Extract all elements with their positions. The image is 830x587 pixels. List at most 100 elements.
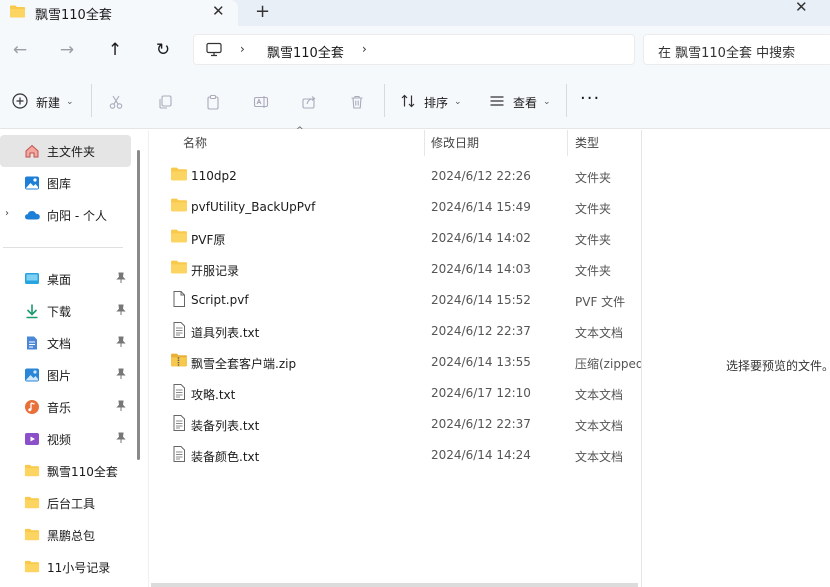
pin-icon[interactable]	[116, 304, 126, 319]
folder-icon	[170, 259, 188, 277]
sidebar-item-videos[interactable]: 视频	[0, 423, 131, 455]
text-file-icon	[170, 445, 188, 463]
file-date: 2024/6/14 14:24	[431, 448, 531, 462]
file-row[interactable]: Script.pvf 2024/6/14 15:52 PVF 文件	[149, 284, 641, 315]
forward-button[interactable]: →	[55, 38, 79, 62]
file-type: 文本文档	[575, 326, 624, 340]
file-row[interactable]: 飘雪全套客户端.zip 2024/6/14 13:55 压缩(zipped)	[149, 346, 641, 377]
horizontal-scrollbar[interactable]	[151, 583, 638, 587]
sidebar-item-label: 文档	[47, 337, 72, 351]
search-box[interactable]: 在 飘雪110全套 中搜索	[643, 34, 830, 65]
document-icon	[24, 335, 40, 351]
file-date: 2024/6/12 22:37	[431, 417, 531, 431]
this-pc-icon[interactable]	[206, 42, 222, 60]
file-name: 装备颜色.txt	[191, 450, 260, 464]
share-icon[interactable]	[299, 92, 319, 112]
sidebar-item-gallery[interactable]: 图库	[0, 167, 131, 199]
expand-chevron-icon[interactable]: ›	[5, 208, 9, 219]
sort-button[interactable]: 排序 ⌄	[400, 91, 462, 113]
sidebar-item-folder[interactable]: 飘雪110全套	[0, 455, 131, 487]
more-options-button[interactable]: ···	[580, 88, 600, 109]
preview-pane: 选择要预览的文件。	[641, 130, 830, 587]
paste-icon[interactable]	[203, 92, 223, 112]
music-icon	[24, 399, 40, 415]
explorer-tab[interactable]: 飘雪110全套 ✕	[0, 0, 238, 26]
file-row[interactable]: 装备颜色.txt 2024/6/14 14:24 文本文档	[149, 439, 641, 470]
folder-icon	[24, 559, 40, 575]
sidebar-item-folder[interactable]: 11小号记录	[0, 551, 131, 583]
copy-icon[interactable]	[155, 92, 175, 112]
up-button[interactable]: ↑	[103, 38, 127, 62]
column-header-name[interactable]: 名称	[183, 134, 207, 151]
sidebar-item-label: 后台工具	[47, 497, 96, 511]
sidebar-item-label: 图库	[47, 177, 72, 191]
column-header-type[interactable]: 类型	[575, 134, 599, 151]
pin-icon[interactable]	[116, 400, 126, 415]
view-button[interactable]: 查看 ⌄	[489, 91, 551, 113]
file-row[interactable]: 装备列表.txt 2024/6/12 22:37 文本文档	[149, 408, 641, 439]
file-name: Script.pvf	[191, 293, 249, 307]
sidebar-item-folder[interactable]: 后台工具	[0, 487, 131, 519]
breadcrumb-chevron-icon[interactable]: ›	[362, 42, 367, 56]
file-type: 文本文档	[575, 388, 624, 402]
column-divider[interactable]	[567, 130, 568, 156]
file-name: 装备列表.txt	[191, 419, 260, 433]
chevron-down-icon: ⌄	[66, 97, 74, 107]
sort-label: 排序	[424, 95, 449, 110]
file-row[interactable]: 道具列表.txt 2024/6/12 22:37 文本文档	[149, 315, 641, 346]
file-row[interactable]: 攻略.txt 2024/6/17 12:10 文本文档	[149, 377, 641, 408]
column-divider[interactable]	[424, 130, 425, 156]
file-type: 压缩(zipped)	[575, 357, 641, 371]
file-type: 文本文档	[575, 450, 624, 464]
sidebar-item-folder[interactable]: 黑鹏总包	[0, 519, 131, 551]
new-button[interactable]: 新建 ⌄	[12, 91, 74, 113]
file-date: 2024/6/12 22:26	[431, 169, 531, 183]
breadcrumb-chevron-icon[interactable]: ›	[240, 42, 245, 56]
sidebar-item-onedrive[interactable]: › 向阳 - 个人	[0, 199, 131, 231]
back-button[interactable]: ←	[8, 38, 32, 62]
address-bar[interactable]: › 飘雪110全套 ›	[193, 34, 635, 65]
sidebar-item-label: 11小号记录	[47, 561, 111, 575]
pin-icon[interactable]	[116, 432, 126, 447]
breadcrumb-current[interactable]: 飘雪110全套	[267, 42, 344, 61]
folder-icon	[24, 463, 40, 479]
sidebar-item-music[interactable]: 音乐	[0, 391, 131, 423]
file-name: 攻略.txt	[191, 388, 236, 402]
file-type: 文件夹	[575, 264, 612, 278]
sidebar-item-label: 飘雪110全套	[47, 465, 118, 479]
pin-icon[interactable]	[116, 336, 126, 351]
new-tab-button[interactable]: +	[255, 1, 270, 22]
new-button-label: 新建	[36, 95, 61, 110]
file-row[interactable]: 开服记录 2024/6/14 14:03 文件夹	[149, 253, 641, 284]
pin-icon[interactable]	[116, 272, 126, 287]
column-header-date[interactable]: 修改日期	[431, 134, 479, 151]
file-name: PVF原	[191, 233, 226, 247]
folder-icon	[24, 527, 40, 543]
search-placeholder: 在 飘雪110全套 中搜索	[658, 46, 796, 61]
file-date: 2024/6/17 12:10	[431, 386, 531, 400]
folder-icon	[9, 4, 26, 22]
title-bar: 飘雪110全套 ✕ + ✕	[0, 0, 830, 26]
file-row[interactable]: PVF原 2024/6/14 14:02 文件夹	[149, 222, 641, 253]
home-icon	[24, 143, 40, 159]
file-row[interactable]: 110dp2 2024/6/12 22:26 文件夹	[149, 160, 641, 191]
file-type: PVF 文件	[575, 295, 626, 309]
view-icon	[489, 93, 505, 112]
pin-icon[interactable]	[116, 368, 126, 383]
sidebar-item-downloads[interactable]: 下载	[0, 295, 131, 327]
sidebar-item-pictures[interactable]: 图片	[0, 359, 131, 391]
file-type: 文件夹	[575, 202, 612, 216]
sidebar-item-home[interactable]: 主文件夹	[0, 135, 131, 167]
delete-icon[interactable]	[347, 92, 367, 112]
sidebar-scrollbar[interactable]	[137, 150, 140, 460]
sidebar-item-documents[interactable]: 文档	[0, 327, 131, 359]
sidebar-item-desktop[interactable]: 桌面	[0, 263, 131, 295]
sort-icon	[400, 93, 416, 112]
refresh-button[interactable]: ↻	[151, 38, 175, 62]
cut-icon[interactable]	[106, 92, 126, 112]
file-name: 道具列表.txt	[191, 326, 260, 340]
close-tab-icon[interactable]: ✕	[212, 2, 225, 20]
rename-icon[interactable]	[251, 92, 271, 112]
file-row[interactable]: pvfUtility_BackUpPvf 2024/6/14 15:49 文件夹	[149, 191, 641, 222]
window-close-button[interactable]: ✕	[795, 0, 808, 16]
